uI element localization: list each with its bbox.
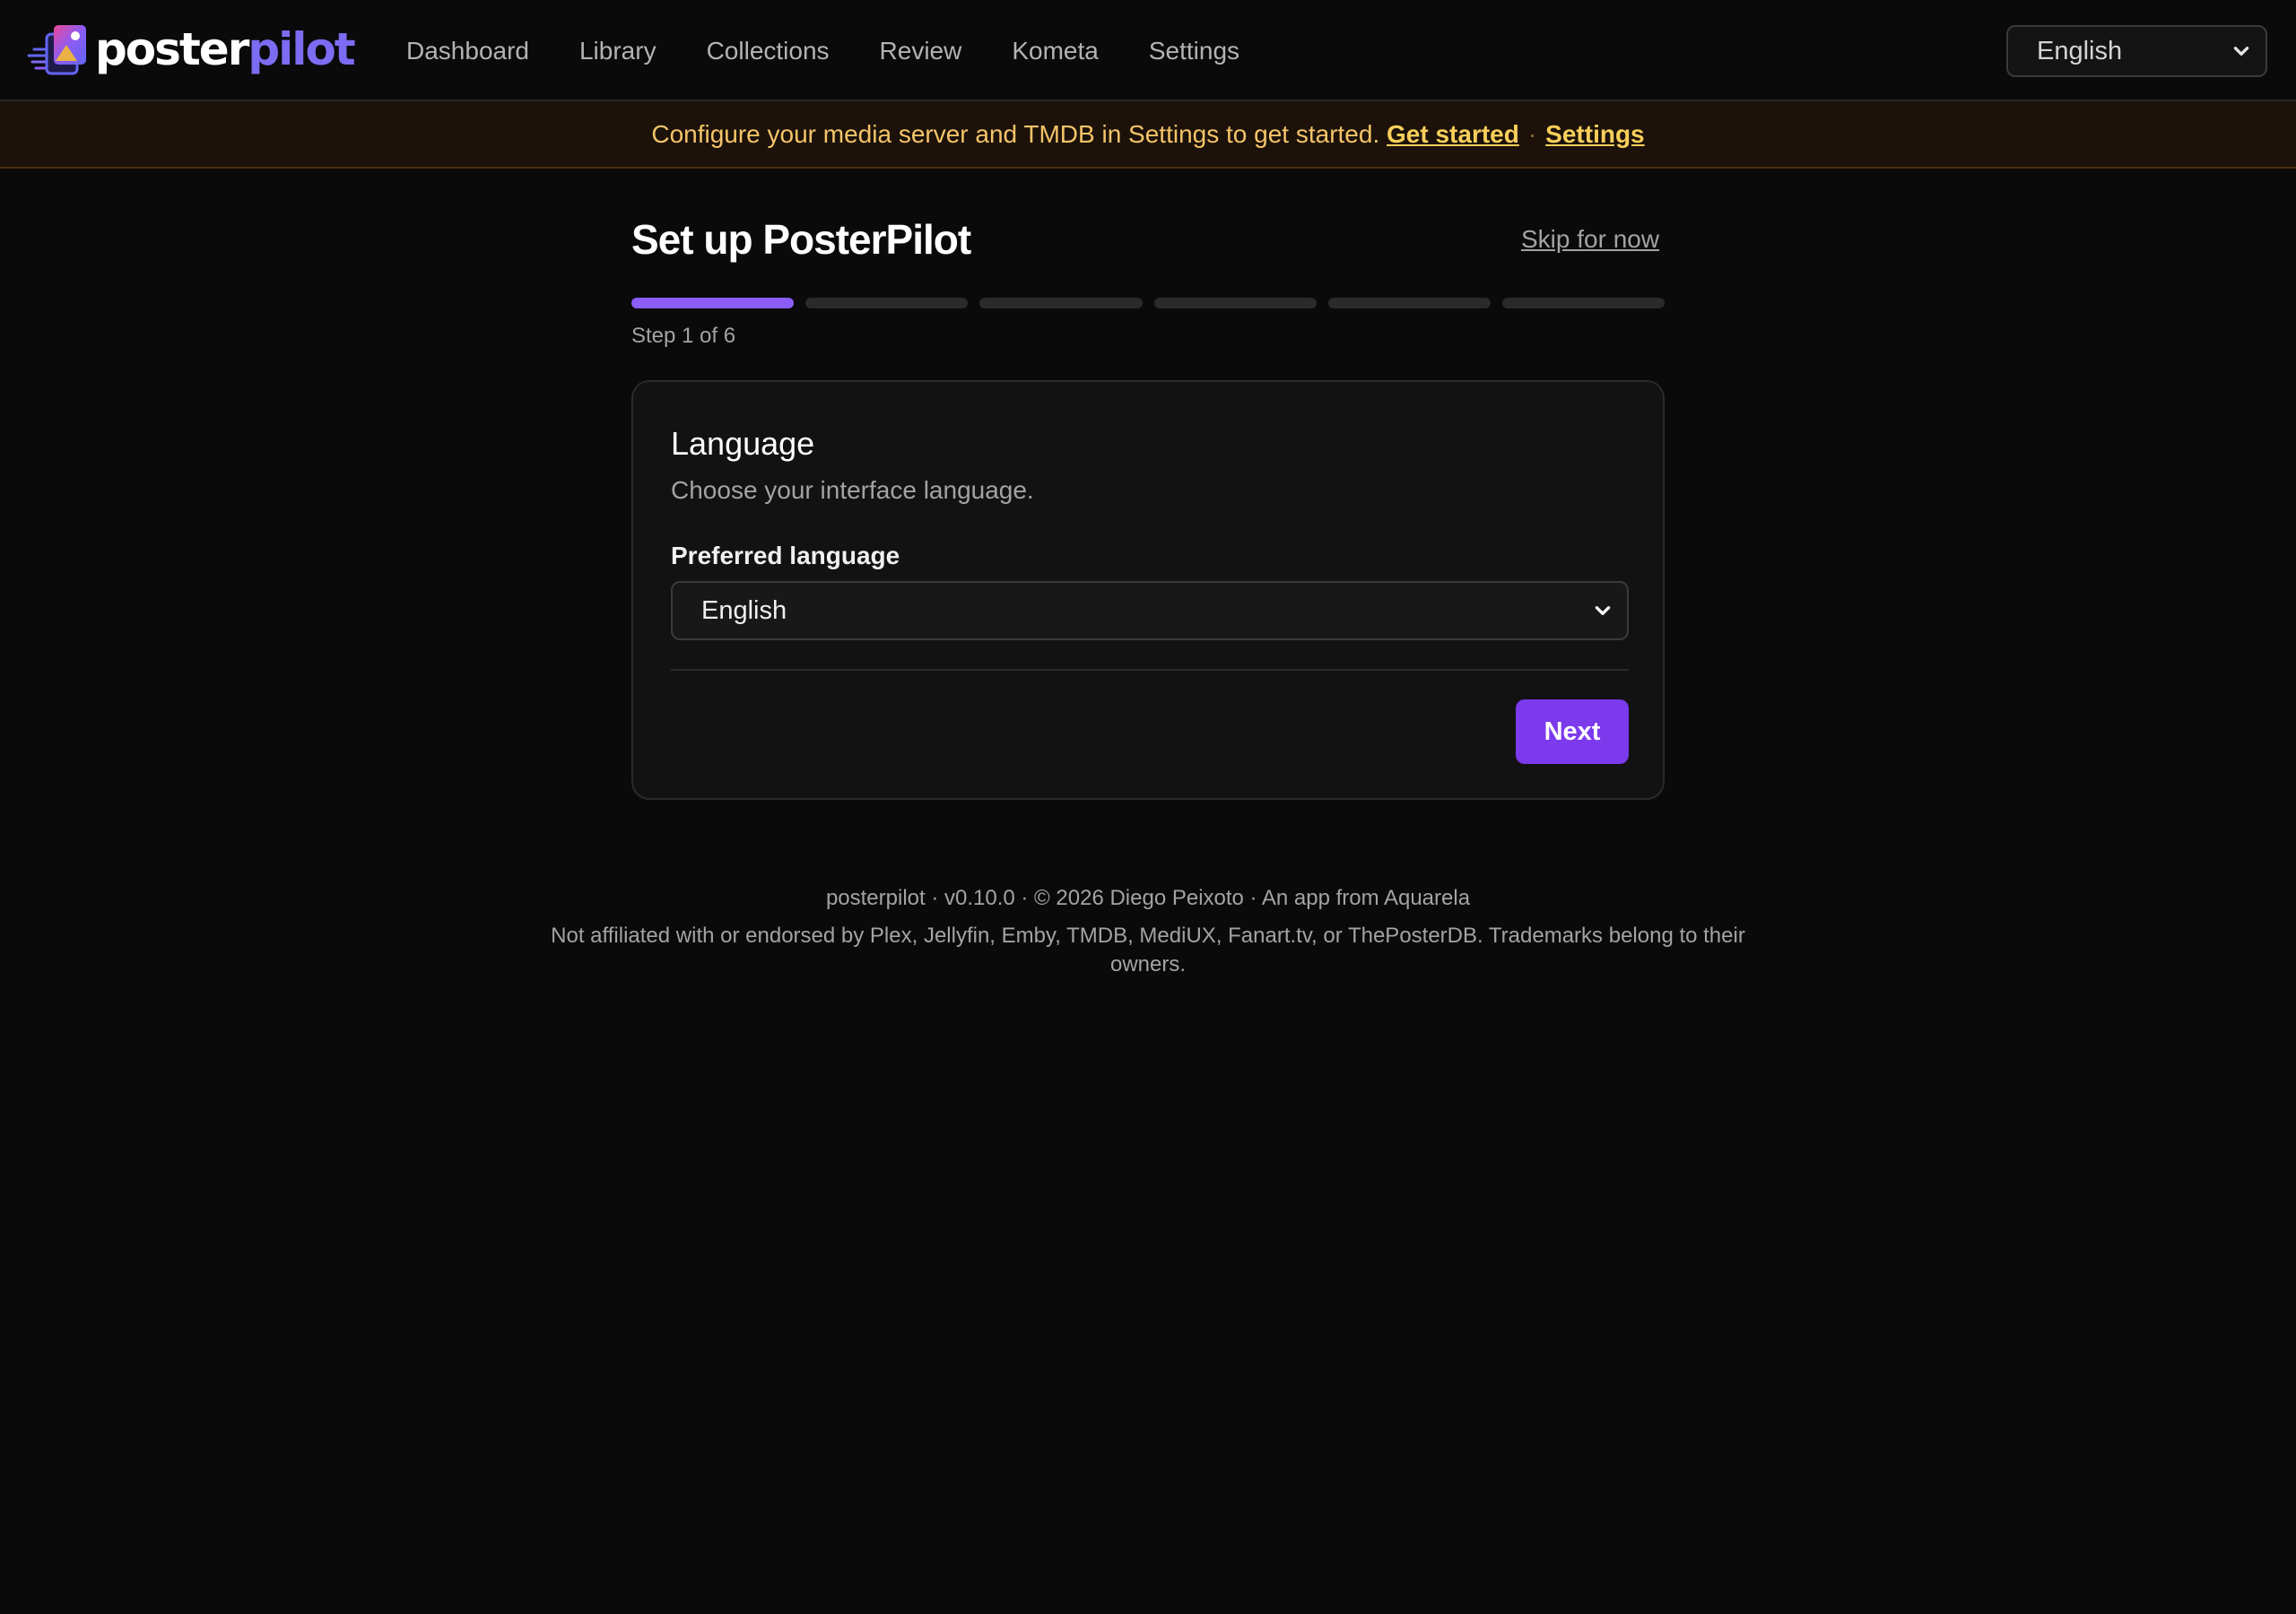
card-divider	[671, 669, 1629, 671]
nav-library[interactable]: Library	[579, 37, 657, 65]
header-language-select[interactable]: English	[2006, 25, 2267, 77]
top-navbar: posterpilot Dashboard Library Collection…	[0, 0, 2296, 101]
banner-separator: ·	[1527, 119, 1537, 148]
nav-settings[interactable]: Settings	[1149, 37, 1239, 65]
logo-icon	[27, 25, 86, 75]
language-card: Language Choose your interface language.…	[631, 380, 1665, 800]
progress-segment-5	[1327, 298, 1491, 308]
card-subtitle: Choose your interface language.	[671, 476, 1034, 504]
card-title: Language	[671, 425, 815, 462]
preferred-language-label: Preferred language	[671, 542, 900, 569]
brand-logo[interactable]: posterpilot	[27, 22, 356, 77]
main-nav: Dashboard Library Collections Review Kom…	[406, 0, 1239, 101]
skip-for-now-link[interactable]: Skip for now	[1521, 225, 1659, 254]
settings-link[interactable]: Settings	[1545, 120, 1644, 149]
progress-segment-6	[1501, 298, 1665, 308]
header-language-value: English	[2037, 36, 2123, 65]
footer-credits: posterpilot · v0.10.0 · © 2026 Diego Pei…	[825, 886, 1471, 910]
banner-message: Configure your media server and TMDB in …	[651, 119, 1380, 148]
get-started-link[interactable]: Get started	[1387, 120, 1519, 149]
progress-segment-4	[1153, 298, 1317, 308]
preferred-language-select[interactable]: English	[671, 581, 1629, 640]
nav-review[interactable]: Review	[880, 37, 962, 65]
nav-kometa[interactable]: Kometa	[1012, 37, 1099, 65]
step-progress-bar	[631, 298, 1665, 308]
progress-segment-3	[979, 298, 1143, 308]
preferred-language-value: English	[701, 595, 787, 625]
nav-dashboard[interactable]: Dashboard	[406, 37, 529, 65]
chevron-down-icon	[2233, 47, 2249, 56]
page-title: Set up PosterPilot	[631, 216, 971, 263]
footer-disclaimer: Not affiliated with or endorsed by Plex,…	[551, 924, 1745, 976]
progress-segment-1	[631, 298, 795, 308]
brand-wordmark: posterpilot	[95, 23, 356, 75]
nav-collections[interactable]: Collections	[707, 37, 830, 65]
setup-banner: Configure your media server and TMDB in …	[0, 101, 2296, 169]
chevron-down-icon	[1595, 606, 1611, 615]
step-indicator: Step 1 of 6	[631, 324, 736, 348]
next-button[interactable]: Next	[1516, 699, 1629, 764]
progress-segment-2	[805, 298, 969, 308]
